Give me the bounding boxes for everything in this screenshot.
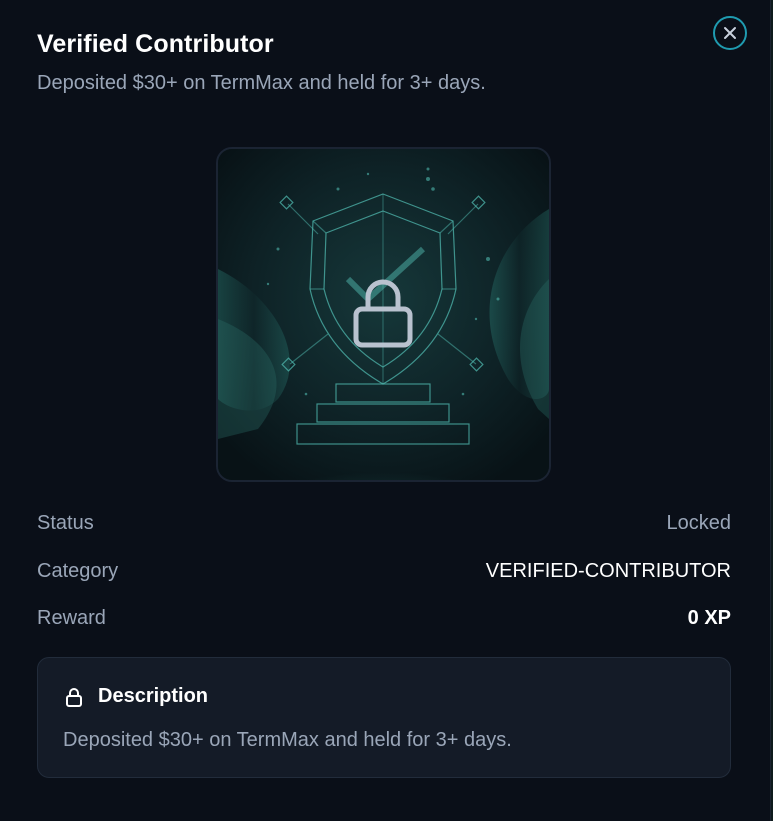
lock-icon bbox=[66, 687, 82, 707]
description-header: Description bbox=[63, 685, 208, 708]
modal-title: Verified Contributor bbox=[37, 30, 274, 58]
modal-subtitle: Deposited $30+ on TermMax and held for 3… bbox=[37, 72, 486, 94]
category-label: Category bbox=[37, 559, 119, 582]
status-row: Status Locked bbox=[37, 510, 731, 536]
close-button[interactable] bbox=[713, 16, 747, 50]
category-value: VERIFIED-CONTRIBUTOR bbox=[485, 559, 731, 582]
status-value: Locked bbox=[666, 511, 732, 534]
description-heading: Description bbox=[98, 685, 209, 707]
close-icon bbox=[724, 27, 736, 39]
category-row: Category VERIFIED-CONTRIBUTOR bbox=[37, 558, 731, 584]
reward-row: Reward 0 XP bbox=[37, 605, 731, 631]
reward-label: Reward bbox=[37, 606, 106, 629]
achievement-modal: Verified Contributor Deposited $30+ on T… bbox=[0, 0, 771, 821]
reward-value: 0 XP bbox=[687, 606, 731, 629]
badge-image bbox=[216, 147, 551, 482]
description-text: Deposited $30+ on TermMax and held for 3… bbox=[63, 729, 512, 751]
status-label: Status bbox=[37, 511, 94, 534]
description-card: Description Deposited $30+ on TermMax an… bbox=[37, 657, 731, 778]
